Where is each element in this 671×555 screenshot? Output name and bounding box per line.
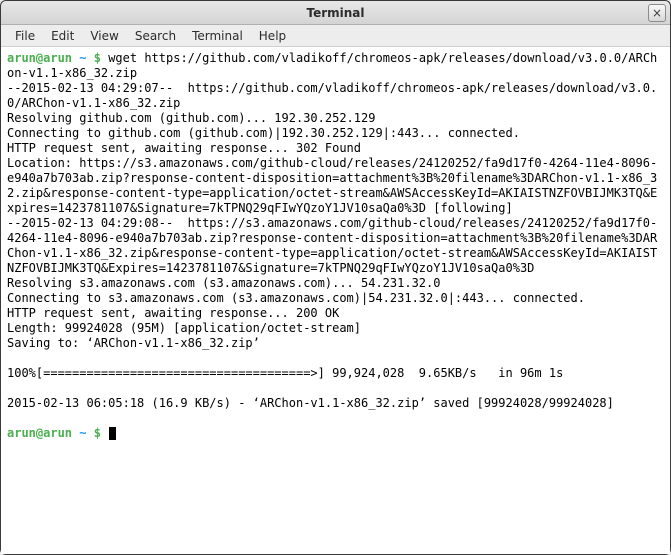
output-line: 2015-02-13 06:05:18 (16.9 KB/s) - ‘ARCho… [7,396,664,411]
titlebar[interactable]: Terminal × [1,1,670,25]
menubar: File Edit View Search Terminal Help [1,25,670,47]
menu-terminal[interactable]: Terminal [184,27,251,45]
command-text: wget https://github.com/vladikoff/chrome… [7,51,657,80]
output-line [7,381,664,396]
prompt-symbol: $ [94,51,101,65]
output-line [7,411,664,426]
output-line [7,351,664,366]
command-line: arun@arun ~ $ wget https://github.com/vl… [7,51,664,81]
menu-help[interactable]: Help [251,27,294,45]
menu-file[interactable]: File [7,27,43,45]
output-line: Length: 99924028 (95M) [application/octe… [7,321,664,336]
menu-view[interactable]: View [82,27,126,45]
prompt-user-host: arun@arun [7,426,72,440]
close-button[interactable]: × [648,4,666,22]
output-line: Resolving s3.amazonaws.com (s3.amazonaws… [7,276,664,291]
window-title: Terminal [1,6,670,20]
output-line: 100%[===================================… [7,366,664,381]
menu-search[interactable]: Search [127,27,184,45]
menu-edit[interactable]: Edit [43,27,82,45]
output-line: Resolving github.com (github.com)... 192… [7,111,664,126]
prompt-cwd: ~ [79,426,86,440]
prompt-user-host: arun@arun [7,51,72,65]
output-line: --2015-02-13 04:29:07-- https://github.c… [7,81,664,111]
output-line: Connecting to s3.amazonaws.com (s3.amazo… [7,291,664,306]
output-line: Location: https://s3.amazonaws.com/githu… [7,156,664,216]
terminal-window: Terminal × File Edit View Search Termina… [0,0,671,555]
output-line: Connecting to github.com (github.com)|19… [7,126,664,141]
output-line: --2015-02-13 04:29:08-- https://s3.amazo… [7,216,664,276]
output-line: HTTP request sent, awaiting response... … [7,141,664,156]
close-icon: × [652,6,662,20]
prompt-symbol: $ [94,426,101,440]
output-line: Saving to: ‘ARChon-v1.1-x86_32.zip’ [7,336,664,351]
terminal-output[interactable]: arun@arun ~ $ wget https://github.com/vl… [1,47,670,554]
prompt-cwd: ~ [79,51,86,65]
command-line: arun@arun ~ $ [7,426,664,441]
output-line: HTTP request sent, awaiting response... … [7,306,664,321]
cursor [109,427,116,440]
